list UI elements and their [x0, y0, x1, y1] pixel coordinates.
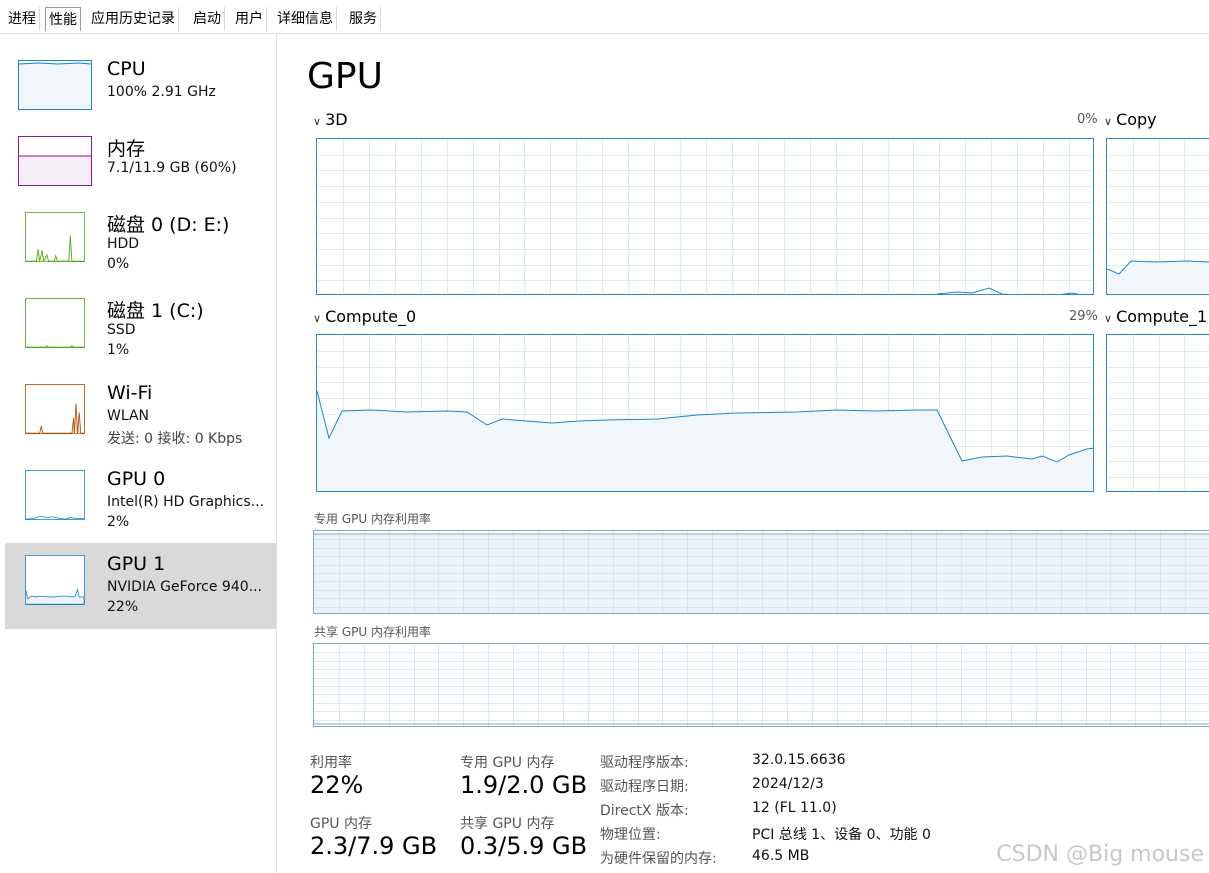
tab-performance[interactable]: 性能	[45, 7, 81, 31]
shared-memory-value: 0.3/5.9 GB	[460, 832, 588, 860]
sidebar-item-wifi[interactable]: Wi-Fi WLAN 发送: 0 接收: 0 Kbps	[5, 372, 276, 452]
engine-graph-compute-1	[1106, 334, 1209, 492]
gpu-1-thumbnail	[25, 555, 85, 605]
tab-services[interactable]: 服务	[346, 7, 381, 31]
info-key: 物理位置:	[600, 827, 661, 843]
sidebar-detail: 100% 2.91 GHz	[107, 84, 216, 100]
tab-details[interactable]: 详细信息	[274, 7, 337, 31]
sidebar-title: 磁盘 1 (C:)	[107, 300, 204, 322]
sidebar-usage: 2%	[107, 514, 130, 530]
gpu-detail-panel: GPU ∨ 3D 0% ∨ Copy ∨ Compute_0 29% ∨ Compute…	[277, 34, 1209, 873]
info-key: 驱动程序日期:	[600, 779, 689, 795]
utilization-value: 22%	[310, 771, 364, 799]
sidebar-item-cpu[interactable]: CPU 100% 2.91 GHz	[5, 48, 276, 118]
tab-startup[interactable]: 启动	[190, 7, 225, 31]
memory-fill	[314, 534, 1209, 613]
activity-line	[317, 390, 1093, 491]
info-key: 为硬件保留的内存:	[600, 851, 717, 867]
info-value: 2024/12/3	[752, 776, 824, 792]
dedicated-memory-graph	[313, 530, 1209, 614]
sidebar-usage: 0%	[107, 256, 130, 272]
sidebar-title: 内存	[107, 138, 146, 160]
activity-line	[1107, 260, 1209, 294]
shared-memory-graph	[313, 643, 1209, 727]
sidebar-title: CPU	[107, 58, 146, 80]
engine-selector-3d[interactable]: ∨ 3D	[313, 110, 348, 129]
wifi-thumbnail	[25, 384, 85, 434]
shared-memory-caption: 共享 GPU 内存利用率	[314, 625, 431, 639]
engine-selector-copy[interactable]: ∨ Copy	[1104, 110, 1157, 129]
sidebar-detail: NVIDIA GeForce 940...	[107, 579, 262, 595]
engine-graph-3d	[316, 138, 1094, 295]
info-key: 驱动程序版本:	[600, 755, 689, 771]
disk-1-thumbnail	[25, 298, 85, 348]
info-value: 12 (FL 11.0)	[752, 800, 837, 816]
engine-selector-compute-1[interactable]: ∨ Compute_1	[1104, 307, 1207, 326]
sidebar-title: GPU 1	[107, 553, 166, 575]
dedicated-memory-caption: 专用 GPU 内存利用率	[314, 512, 431, 526]
sidebar-detail: HDD	[107, 236, 140, 252]
engine-percent: 0%	[1077, 112, 1098, 127]
sidebar-detail: SSD	[107, 322, 136, 338]
sidebar-title: 磁盘 0 (D: E:)	[107, 214, 230, 236]
cpu-thumbnail	[18, 60, 92, 110]
info-key: DirectX 版本:	[600, 803, 689, 819]
sidebar-item-gpu-0[interactable]: GPU 0 Intel(R) HD Graphics... 2%	[5, 458, 276, 538]
page-title: GPU	[307, 56, 383, 97]
sidebar-detail: Intel(R) HD Graphics...	[107, 494, 265, 510]
engine-percent: 29%	[1069, 309, 1098, 324]
engine-graph-copy	[1106, 138, 1209, 295]
gpu-0-thumbnail	[25, 470, 85, 520]
chevron-down-icon: ∨	[1104, 312, 1113, 325]
sidebar-item-gpu-1[interactable]: GPU 1 NVIDIA GeForce 940... 22%	[5, 543, 276, 629]
disk-0-thumbnail	[25, 212, 85, 262]
info-value: 32.0.15.6636	[752, 752, 846, 768]
dedicated-memory-value: 1.9/2.0 GB	[460, 771, 588, 799]
chevron-down-icon: ∨	[313, 115, 322, 128]
tab-bar: 进程 性能 应用历史记录 启动 用户 详细信息 服务	[0, 0, 1209, 34]
engine-graph-compute-0	[316, 334, 1094, 492]
info-value: PCI 总线 1、设备 0、功能 0	[752, 827, 931, 843]
sidebar-item-memory[interactable]: 内存 7.1/11.9 GB (60%)	[5, 124, 276, 194]
utilization-label: 利用率	[310, 755, 352, 771]
activity-line	[936, 287, 1080, 294]
tab-app-history[interactable]: 应用历史记录	[88, 7, 179, 31]
dedicated-memory-label: 专用 GPU 内存	[460, 755, 555, 771]
sidebar-usage: 1%	[107, 342, 130, 358]
sidebar-title: Wi-Fi	[107, 382, 153, 404]
tab-users[interactable]: 用户	[232, 7, 267, 31]
sidebar-usage: 22%	[107, 599, 139, 615]
chevron-down-icon: ∨	[313, 312, 322, 325]
sidebar-detail: 7.1/11.9 GB (60%)	[107, 160, 237, 176]
sidebar-throughput: 发送: 0 接收: 0 Kbps	[107, 431, 243, 447]
sidebar-item-disk-1[interactable]: 磁盘 1 (C:) SSD 1%	[5, 286, 276, 366]
engine-selector-compute-0[interactable]: ∨ Compute_0	[313, 307, 416, 326]
info-value: 46.5 MB	[752, 848, 810, 864]
chevron-down-icon: ∨	[1104, 115, 1113, 128]
shared-memory-label: 共享 GPU 内存	[460, 816, 555, 832]
watermark: CSDN @Big mouse	[996, 842, 1204, 867]
sidebar-item-disk-0[interactable]: 磁盘 0 (D: E:) HDD 0%	[5, 200, 276, 280]
sidebar-title: GPU 0	[107, 468, 166, 490]
gpu-memory-label: GPU 内存	[310, 816, 372, 832]
resource-sidebar: CPU 100% 2.91 GHz 内存 7.1/11.9 GB (60%) 磁…	[0, 34, 277, 873]
gpu-memory-value: 2.3/7.9 GB	[310, 832, 438, 860]
sidebar-detail: WLAN	[107, 408, 150, 424]
tab-processes[interactable]: 进程	[5, 7, 40, 31]
memory-thumbnail	[18, 136, 92, 186]
